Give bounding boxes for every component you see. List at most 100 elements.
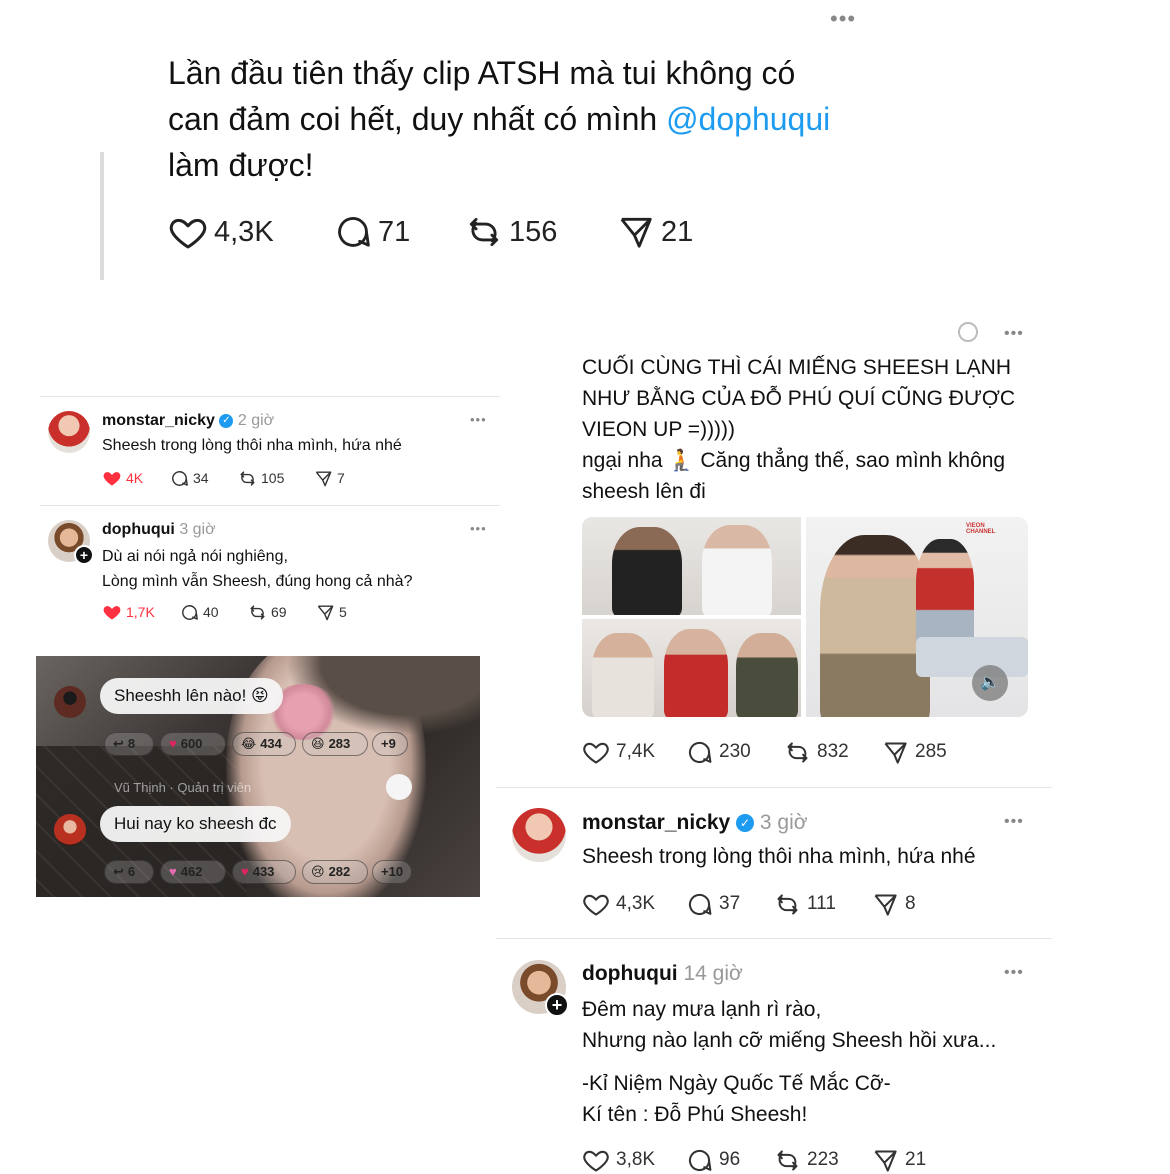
repost-button[interactable]: 111 xyxy=(774,890,872,918)
commenter-avatar[interactable] xyxy=(54,686,86,718)
post-text-line: sheesh lên đi xyxy=(582,480,706,503)
comment-button[interactable]: 37 xyxy=(686,890,774,918)
comment-icon xyxy=(334,213,372,251)
earbud xyxy=(386,774,412,800)
reply-chip[interactable]: ↩ 8 xyxy=(104,732,154,756)
mention-link[interactable]: @dophuqui xyxy=(666,101,830,137)
username[interactable]: monstar_nicky xyxy=(102,412,215,429)
comment-button[interactable]: 230 xyxy=(686,738,784,766)
post-text-line: Lần đầu tiên thấy clip ATSH mà tui không… xyxy=(168,55,796,91)
reaction-count: 434 xyxy=(260,736,282,751)
send-icon xyxy=(872,891,899,918)
repost-button[interactable]: 69 xyxy=(248,602,316,622)
reply-count: 6 xyxy=(127,864,136,879)
more-options-icon[interactable]: ••• xyxy=(470,413,487,426)
follow-plus-icon[interactable]: + xyxy=(74,545,94,565)
repost-icon xyxy=(465,213,503,251)
reaction-chip-heart[interactable]: ♥ 433 xyxy=(232,860,296,884)
reaction-chip-more[interactable]: +9 xyxy=(372,732,408,756)
like-button[interactable]: 4,3K xyxy=(582,890,686,918)
share-button[interactable]: 5 xyxy=(316,602,356,622)
share-count: 7 xyxy=(337,470,345,486)
media-image[interactable] xyxy=(582,619,801,717)
divider xyxy=(40,396,500,397)
more-options-icon[interactable]: ••• xyxy=(1004,326,1024,342)
repost-icon xyxy=(248,603,267,622)
like-count: 4,3K xyxy=(214,215,274,248)
comment-count: 37 xyxy=(719,893,741,914)
share-button[interactable]: 21 xyxy=(617,212,707,252)
post-text-line: Dù ai nói ngả nói nghiêng, xyxy=(102,548,288,565)
reaction-chip-laugh[interactable]: 😂 434 xyxy=(232,732,296,756)
person-figure xyxy=(592,633,654,717)
post-actions: 1,7K 40 69 5 xyxy=(102,602,356,622)
reply-arrow-icon: ↩ xyxy=(113,736,124,751)
reaction-chip-grin[interactable]: 😆 283 xyxy=(302,732,368,756)
post-actions: 4K 34 105 7 xyxy=(102,468,364,488)
mute-icon[interactable]: 🔈 xyxy=(972,665,1008,701)
post-text-line: VIEON UP =))))) xyxy=(582,418,736,441)
reaction-chip-more[interactable]: +10 xyxy=(372,860,412,884)
comment-button[interactable]: 71 xyxy=(334,212,465,252)
edit-icon[interactable] xyxy=(958,322,978,342)
share-button[interactable]: 285 xyxy=(882,738,952,766)
reaction-count: 282 xyxy=(328,864,351,879)
reaction-chip-cry[interactable]: 😢 282 xyxy=(302,860,368,884)
send-icon xyxy=(314,469,333,488)
repost-icon xyxy=(774,1147,801,1174)
person-figure xyxy=(612,527,682,615)
comment-button[interactable]: 40 xyxy=(180,602,248,622)
commenter-avatar[interactable] xyxy=(54,814,86,846)
comment-button[interactable]: 34 xyxy=(170,468,238,488)
like-button[interactable]: 4,3K xyxy=(168,212,334,252)
thread-line xyxy=(100,152,104,280)
person-figure xyxy=(664,629,728,717)
share-button[interactable]: 8 xyxy=(872,890,932,918)
post-text: Dù ai nói ngả nói nghiêng, Lòng mình vẫn… xyxy=(102,544,412,594)
divider xyxy=(496,787,1052,788)
username[interactable]: dophuqui xyxy=(582,962,678,985)
like-button[interactable]: 4K xyxy=(102,468,170,488)
media-video[interactable]: VIEON CHANNEL 🔈 xyxy=(806,517,1028,717)
heart-emoji-icon: ♥ xyxy=(241,864,249,879)
repost-count: 69 xyxy=(271,604,287,620)
grin-emoji-icon: 😆 xyxy=(311,736,325,751)
share-button[interactable]: 7 xyxy=(314,468,364,488)
comment-icon xyxy=(686,891,713,918)
reply-chip[interactable]: ↩ 6 xyxy=(104,860,154,884)
laugh-emoji-icon: 😂 xyxy=(241,736,257,751)
more-options-icon[interactable]: ••• xyxy=(1004,965,1024,981)
share-count: 21 xyxy=(905,1149,927,1170)
reaction-chip-sparkle-heart[interactable]: ♥ 462 xyxy=(160,860,226,884)
repost-count: 111 xyxy=(807,893,836,914)
more-options-icon[interactable]: ••• xyxy=(470,522,487,535)
like-button[interactable]: 1,7K xyxy=(102,602,180,622)
post-header: monstar_nicky ✓ 3 giờ xyxy=(582,810,808,836)
avatar[interactable] xyxy=(48,411,90,453)
username[interactable]: dophuqui xyxy=(102,521,175,538)
post-header: monstar_nicky ✓ 2 giờ xyxy=(102,411,274,431)
more-options-icon[interactable]: ••• xyxy=(830,8,856,30)
username[interactable]: monstar_nicky xyxy=(582,811,730,834)
repost-button[interactable]: 156 xyxy=(465,212,617,252)
post-text: Sheesh trong lòng thôi nha mình, hứa nhé xyxy=(102,437,402,454)
media-image[interactable] xyxy=(582,517,801,615)
cry-emoji-icon: 😢 xyxy=(311,864,325,879)
share-count: 21 xyxy=(661,215,694,248)
comment-icon xyxy=(686,1147,713,1174)
follow-plus-icon[interactable]: + xyxy=(545,993,569,1017)
post-text-line: Đêm nay mưa lạnh rì rào, xyxy=(582,998,822,1021)
post-text-line: can đảm coi hết, duy nhất có mình @dophu… xyxy=(168,96,830,142)
repost-button[interactable]: 832 xyxy=(784,738,882,766)
video-comment-bubble: Hui nay ko sheesh đc xyxy=(100,806,291,842)
reaction-count: 433 xyxy=(252,864,275,879)
reaction-chip-heart[interactable]: ♥ 600 xyxy=(160,732,226,756)
avatar[interactable] xyxy=(512,808,566,862)
more-options-icon[interactable]: ••• xyxy=(1004,814,1024,830)
reaction-more-count: +9 xyxy=(381,736,396,751)
heart-icon xyxy=(582,890,610,918)
comment-count: 71 xyxy=(378,215,411,248)
repost-button[interactable]: 105 xyxy=(238,468,314,488)
like-button[interactable]: 7,4K xyxy=(582,738,686,766)
divider xyxy=(496,938,1052,939)
